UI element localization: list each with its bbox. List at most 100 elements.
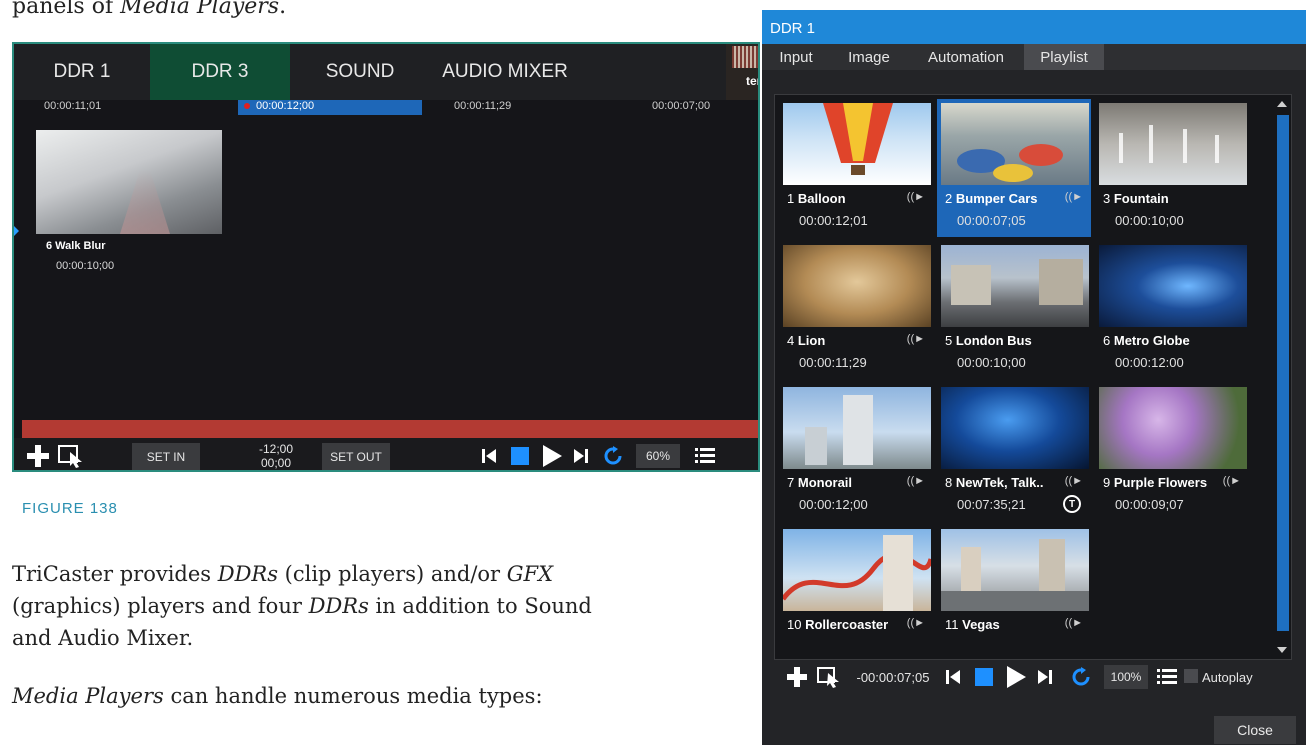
add-icon[interactable]: [786, 666, 808, 688]
scrub-bar[interactable]: [22, 420, 758, 438]
loop-icon[interactable]: [1070, 666, 1092, 688]
intro-text: panels of Media Players.: [12, 0, 286, 19]
clip-name: Balloon: [797, 191, 846, 206]
tab-playlist[interactable]: Playlist: [1024, 44, 1104, 70]
scroll-down-icon[interactable]: [1277, 647, 1287, 653]
audio-icon: ((►: [906, 617, 925, 629]
paragraph-line: and Audio Mixer.: [12, 626, 194, 650]
playlist-item[interactable]: 11 Vegas ((►: [937, 525, 1091, 659]
clip-name: Rollercoaster: [805, 617, 889, 632]
clip-name: Vegas: [962, 617, 1000, 632]
clip-thumbnail[interactable]: [36, 130, 222, 234]
clip-number: 1: [787, 191, 795, 206]
text-run: in addition to Sound: [368, 594, 592, 618]
audio-icon: ((►: [1064, 617, 1083, 629]
close-button[interactable]: Close: [1214, 716, 1296, 744]
clip-time: 00:00:11;29: [454, 100, 512, 112]
loop-icon[interactable]: [602, 445, 624, 467]
tab-ddr1[interactable]: DDR 1: [14, 44, 150, 100]
select-icon[interactable]: [816, 666, 842, 688]
clip-label: 10 Rollercoaster: [787, 617, 888, 632]
playlist-item[interactable]: 8 NewTek, Talk.. ((► 00:07:35;21 T: [937, 383, 1091, 521]
stop-icon[interactable]: [510, 446, 530, 466]
clip-label: 7 Monorail: [787, 475, 852, 490]
set-out-button[interactable]: SET OUT: [322, 443, 390, 470]
audio-icon: ((►: [906, 191, 925, 203]
dialog-tab-bar: Input Image Automation Playlist: [762, 44, 1306, 70]
play-icon[interactable]: [1004, 665, 1028, 689]
clip-number: 5: [945, 333, 953, 348]
playlist-item[interactable]: 4 Lion ((► 00:00:11;29: [779, 241, 933, 379]
clip-thumbnail: [781, 529, 934, 611]
select-icon[interactable]: [58, 444, 84, 468]
tab-image[interactable]: Image: [832, 44, 906, 70]
clip-duration: 00:00:09;07: [1115, 497, 1184, 512]
timecode-display: -00:00:07;05: [856, 669, 930, 685]
clip-number: 9: [1103, 475, 1111, 490]
playlist-item[interactable]: 1 Balloon ((► 00:00:12;01: [779, 99, 933, 237]
stop-icon[interactable]: [974, 667, 994, 687]
dialog-transport-bar: -00:00:07;05 100% Autoplay: [774, 660, 1292, 694]
timecode-remaining: -12;00: [258, 442, 294, 456]
clip-name: Purple Flowers: [1113, 475, 1208, 490]
autoplay-label: Autoplay: [1202, 669, 1253, 685]
add-icon[interactable]: [26, 444, 50, 468]
playlist-scrollbar[interactable]: [1273, 95, 1291, 659]
play-icon[interactable]: [540, 444, 564, 468]
previous-icon[interactable]: [480, 447, 498, 465]
text-run: (graphics) players and four: [12, 594, 309, 618]
clip-number: 2: [945, 191, 953, 206]
playlist-item[interactable]: 9 Purple Flowers ((► 00:00:09;07: [1095, 383, 1249, 521]
clip-thumbnail: [941, 529, 1089, 611]
paragraph-line: TriCaster provides DDRs (clip players) a…: [12, 558, 732, 590]
tab-ddr3[interactable]: DDR 3: [150, 44, 290, 100]
partial-thumbnail: ter: [726, 44, 758, 100]
autoplay-checkbox[interactable]: [1184, 669, 1198, 683]
stop-square: [511, 447, 529, 465]
text-run: TriCaster provides: [12, 562, 218, 586]
tab-sound[interactable]: SOUND: [290, 44, 430, 100]
scrollbar-thumb[interactable]: [1277, 115, 1289, 631]
timecode-elapsed: 00;00: [260, 456, 292, 470]
clip-name: Lion: [797, 333, 826, 348]
tab-input[interactable]: Input: [762, 44, 830, 70]
clip-label: 8 NewTek, Talk..: [945, 475, 1044, 490]
partial-thumbnail-image: [732, 46, 758, 68]
tab-audio-mixer[interactable]: AUDIO MIXER: [430, 44, 580, 100]
clip-duration: 00:00:12:00: [1115, 355, 1184, 370]
playlist-item-selected[interactable]: 2 Bumper Cars ((► 00:00:07;05: [937, 99, 1091, 237]
playlist-item[interactable]: 3 Fountain 00:00:10;00: [1095, 99, 1249, 237]
next-icon[interactable]: [1036, 668, 1054, 686]
list-view-icon[interactable]: [1156, 667, 1178, 687]
next-icon[interactable]: [572, 447, 590, 465]
clip-thumbnail: [941, 103, 1089, 185]
playlist-item[interactable]: 10 Rollercoaster ((►: [779, 525, 934, 659]
set-in-button[interactable]: SET IN: [132, 443, 200, 470]
list-view-icon[interactable]: [694, 446, 716, 466]
playlist-item[interactable]: 7 Monorail ((► 00:00:12;00: [779, 383, 933, 521]
clip-name: Metro Globe: [1113, 333, 1190, 348]
scroll-up-icon[interactable]: [1277, 101, 1287, 107]
playlist-item[interactable]: 5 London Bus 00:00:10;00: [937, 241, 1091, 379]
tab-automation[interactable]: Automation: [908, 44, 1024, 70]
playlist-item[interactable]: 6 Metro Globe 00:00:12:00: [1095, 241, 1249, 379]
playhead-marker-icon: [14, 226, 19, 236]
dialog-title: DDR 1: [762, 10, 1306, 44]
clip-duration: 00:07:35;21: [957, 497, 1026, 512]
clip-duration: 00:00:10;00: [957, 355, 1026, 370]
zoom-level[interactable]: 100%: [1104, 665, 1148, 689]
stop-square: [975, 668, 993, 686]
paragraph-line: Media Players can handle numerous media …: [12, 680, 732, 712]
clip-label: 11 Vegas: [945, 617, 1000, 632]
clip-time-selected[interactable]: 00:00:12;00: [238, 100, 422, 115]
audio-icon: ((►: [906, 333, 925, 345]
intro-suffix: .: [279, 0, 287, 19]
ddr-panel-screenshot: DDR 1 DDR 3 SOUND AUDIO MIXER ter 00:00:…: [12, 42, 760, 472]
clip-thumbnail: [1099, 387, 1247, 469]
previous-icon[interactable]: [944, 668, 962, 686]
playlist-grid: 1 Balloon ((► 00:00:12;01 2 Bumper Cars …: [774, 94, 1292, 660]
ddr-tab-bar: DDR 1 DDR 3 SOUND AUDIO MIXER: [14, 44, 726, 100]
clip-name: Fountain: [1113, 191, 1169, 206]
zoom-level[interactable]: 60%: [636, 444, 680, 468]
clip-name: NewTek, Talk..: [955, 475, 1044, 490]
